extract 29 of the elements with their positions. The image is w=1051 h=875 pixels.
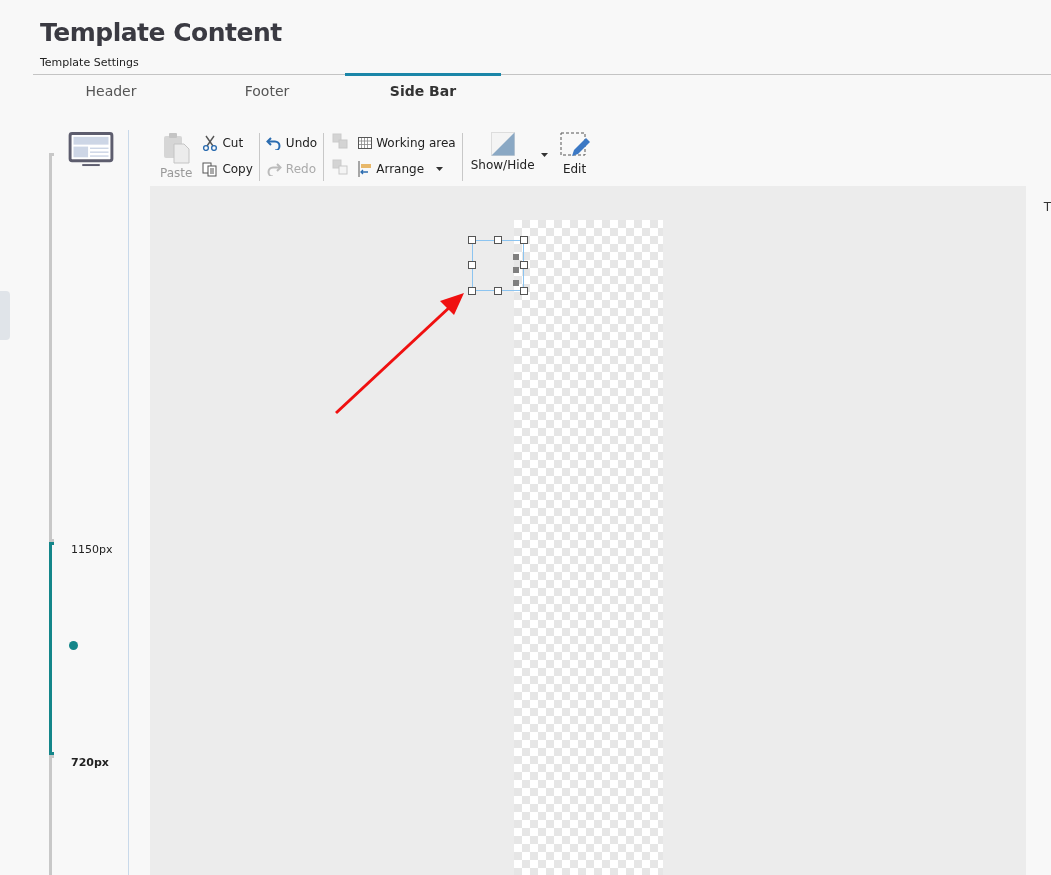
tab[interactable]: Side Bar: [345, 73, 501, 115]
arrange-icon: [358, 161, 373, 177]
undo-icon: [265, 136, 282, 150]
range-bracket[interactable]: [49, 542, 54, 755]
tab[interactable]: Footer: [189, 73, 345, 115]
page-title: Template Content: [40, 17, 283, 49]
half-filled-square-icon: [490, 132, 515, 156]
copy-icon: [202, 161, 219, 177]
grid-icon: [358, 137, 373, 149]
cut-button[interactable]: Cut: [202, 132, 253, 154]
undo-button[interactable]: Undo: [265, 132, 318, 154]
range-handle[interactable]: [69, 641, 78, 650]
arrange-button[interactable]: Arrange: [358, 158, 456, 180]
redo-icon: [265, 162, 282, 176]
copy-button[interactable]: Copy: [202, 158, 253, 180]
clipboard-icon: [162, 132, 191, 164]
scissors-icon: [202, 135, 219, 151]
edit-button[interactable]: Edit: [555, 132, 594, 176]
tab[interactable]: Header: [33, 73, 189, 115]
show-hide-button[interactable]: Show/Hide: [462, 132, 539, 172]
caret-icon[interactable]: [540, 153, 548, 157]
monitor-icon[interactable]: [68, 132, 114, 167]
panel-label: T: [1043, 200, 1051, 214]
side-handle[interactable]: [0, 291, 10, 340]
page-subtitle: Template Settings: [40, 56, 140, 69]
working-area-button[interactable]: Working area: [358, 132, 456, 154]
selection-frame[interactable]: [468, 236, 528, 295]
breakpoint-label: 720px: [71, 756, 109, 769]
breakpoint-label: 1150px: [71, 543, 113, 556]
